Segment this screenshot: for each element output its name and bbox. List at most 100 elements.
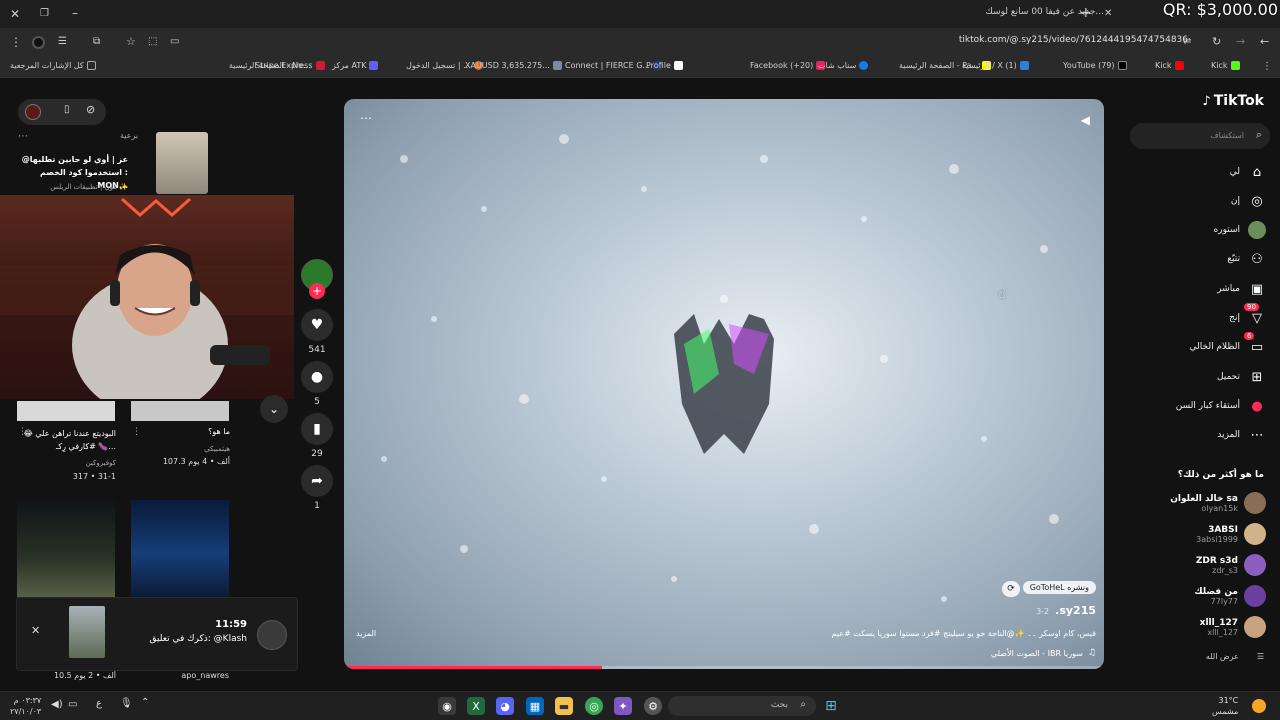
bookmark-item[interactable]: Kick	[1155, 61, 1184, 70]
bookmark-label: YouTube (79)	[1063, 61, 1115, 70]
card-more-icon[interactable]: ⋯	[18, 131, 28, 142]
scroll-down-button[interactable]: ⌄	[260, 395, 288, 423]
like-button[interactable]: ♥	[301, 309, 333, 341]
suggested-account[interactable]: خالد العلوان sa olyan15k	[1170, 492, 1266, 514]
video-author[interactable]: .sy215	[1055, 604, 1096, 617]
search-bar[interactable]: ⌕ استكشاف	[1130, 123, 1270, 149]
menu-dots-icon[interactable]: ⋮	[10, 35, 22, 49]
repost-icon[interactable]: ⟳	[1002, 581, 1020, 597]
compass-small-icon[interactable]: ⊘	[86, 103, 95, 116]
more-bookmarks-icon[interactable]: ⋮	[1262, 60, 1272, 74]
follow-plus-icon[interactable]: +	[309, 283, 325, 299]
screenshot-icon[interactable]: ⬚	[148, 35, 157, 49]
network-icon[interactable]: ▭	[68, 699, 77, 710]
nav-profile[interactable]: استوره	[1214, 221, 1266, 239]
weather-widget[interactable]: 31°C مشمس	[1212, 695, 1238, 717]
video-more-icon[interactable]: ⋯	[360, 111, 372, 125]
tray-chevron-icon[interactable]: ⌃	[141, 697, 149, 708]
save-button[interactable]: ▮	[301, 413, 333, 445]
extensions-icon[interactable]: ⧉	[93, 35, 100, 49]
app-icon-copilot[interactable]: ✦	[614, 697, 632, 715]
clock[interactable]: ٠٣:٣٧ م ٢٧/١٠/٠٣	[10, 695, 41, 717]
site-settings-icon[interactable]: ⇌	[1183, 35, 1191, 49]
profile-avatar-icon[interactable]	[32, 36, 45, 49]
suggested-account[interactable]: xlll_127 xlll_127	[1200, 616, 1266, 638]
bookmark-item[interactable]: مركز ATK	[332, 61, 379, 70]
reading-list-icon[interactable]: ☰	[58, 35, 67, 49]
share-button[interactable]: ➦	[301, 465, 333, 497]
video-card-title[interactable]: البوديتع عندنا تراهن علي 😂🍆 #كارفي رِكـ.…	[18, 427, 117, 453]
show-all-link[interactable]: عرض الله ☰	[1206, 652, 1264, 661]
all-bookmarks-button[interactable]: كل الإشارات المرجعية	[10, 61, 96, 70]
back-icon[interactable]: ←	[1260, 35, 1269, 49]
volume-icon[interactable]: ◀)	[51, 699, 63, 710]
video-card-thumbnail[interactable]	[17, 500, 115, 598]
video-card-more-icon[interactable]: ⋮	[132, 427, 141, 437]
caption-more-button[interactable]: المزيد	[356, 629, 376, 638]
phone-icon[interactable]: ▯	[64, 104, 70, 115]
app-icon-discord[interactable]: ◕	[496, 697, 514, 715]
video-progress-fill	[344, 666, 603, 669]
suggested-account[interactable]: من فضلك 77ly77	[1194, 585, 1266, 607]
tiktok-logo[interactable]: ♪ TikTok	[1202, 93, 1264, 109]
record-icon[interactable]	[25, 104, 41, 120]
nav-messages[interactable]: إنج ▽ 90	[1229, 303, 1266, 327]
comment-button[interactable]: ●	[301, 361, 333, 393]
app-icon-store[interactable]: ▦	[526, 697, 544, 715]
close-window-icon[interactable]: ✕	[10, 7, 20, 21]
video-card-thumbnail[interactable]	[17, 401, 115, 421]
close-notification-icon[interactable]: ✕	[31, 624, 40, 637]
video-card-user[interactable]: apo_nawres	[131, 671, 229, 680]
app-icon-explorer[interactable]: ▬	[555, 697, 573, 715]
video-progress-bar[interactable]	[344, 666, 1104, 669]
microphone-icon[interactable]: 🎙	[120, 698, 133, 709]
volume-icon[interactable]: ◀	[1081, 113, 1090, 127]
reload-icon[interactable]: ↻	[1212, 35, 1221, 49]
bookmark-item[interactable]: KickKick	[1211, 61, 1240, 70]
app-icon-settings[interactable]: ⚙	[644, 697, 662, 715]
video-card-more-icon[interactable]: ⋮	[18, 427, 27, 437]
taskbar-search[interactable]: ⌕ بحث	[668, 696, 816, 716]
bookmark-item[interactable]: سناب شات	[818, 61, 869, 70]
bookmark-item[interactable]: Stripe Express	[255, 61, 325, 70]
video-card-title[interactable]: ما هو؟	[132, 427, 230, 436]
video-player[interactable]: ⋯ ◀ GoToHeL ونشره ⟳ 3-2 .sy215 فيس، كام …	[344, 99, 1104, 669]
bookmark-star-icon[interactable]: ☆	[126, 35, 136, 49]
video-card-thumbnail[interactable]	[131, 500, 229, 598]
nav-upload[interactable]: تحميل ⊞	[1217, 368, 1266, 386]
nav-home[interactable]: لي ⌂	[1230, 163, 1266, 181]
nav-explore[interactable]: إن ◎	[1231, 192, 1266, 210]
windows-taskbar: ٠٣:٣٧ م ٢٧/١٠/٠٣ ◀) ▭ ع 🎙 ⌃ ◉ X ◕ ▦ ▬ ◎ …	[0, 691, 1280, 720]
bookmark-item[interactable]: XAUUSD 3,635.275...	[465, 61, 562, 70]
language-indicator[interactable]: ع	[96, 698, 102, 709]
nav-more[interactable]: المزيد ⋯	[1217, 426, 1266, 444]
nav-live[interactable]: مباشر ▣	[1217, 280, 1266, 298]
tab-title[interactable]: جديد عن فيفا 00 سانع لوسك...	[985, 7, 1104, 17]
minimize-window-icon[interactable]: –	[72, 6, 78, 20]
bookmark-item[interactable]: Profile	[646, 61, 683, 70]
suggested-account[interactable]: 3ABSI 3absi1999	[1196, 523, 1266, 545]
video-card-thumbnail[interactable]	[131, 401, 229, 421]
close-tab-icon[interactable]: ✕	[1104, 7, 1112, 21]
nav-creator[interactable]: أستقاء كبار السن ●	[1176, 397, 1266, 415]
video-card-user[interactable]: هيثمبيكي	[132, 445, 230, 453]
bookmark-item[interactable]: Facebook (+20)	[750, 61, 826, 70]
cast-icon[interactable]: ▭	[170, 35, 179, 49]
url-field[interactable]: tiktok.com/@.sy215/video/761244419547475…	[959, 35, 1188, 45]
nav-following[interactable]: تتبّع ⚇	[1227, 250, 1266, 268]
forward-icon[interactable]: →	[1236, 35, 1245, 49]
windows-start-icon[interactable]: ⊞	[822, 697, 840, 715]
app-icon-chrome[interactable]: ◎	[585, 697, 603, 715]
suggested-account[interactable]: ZDR s3d zdr_s3	[1196, 554, 1266, 576]
nav-inbox[interactable]: الظلام الخالي ▭ 6	[1190, 332, 1266, 356]
bookmark-item[interactable]: YouTube (79)	[1063, 61, 1127, 70]
restore-window-icon[interactable]: ❐	[40, 7, 49, 21]
video-card-user[interactable]: كوفيروكين	[18, 459, 116, 467]
notification-toast[interactable]: ✕ 11:59 ذكرك في تعليق: @Klash	[16, 597, 298, 671]
effect-chip[interactable]: GoToHeL ونشره	[1022, 581, 1096, 594]
sound-row[interactable]: الصوت الأصلي - IBR سوريا ♫	[991, 648, 1096, 658]
card-thumbnail[interactable]	[156, 132, 208, 194]
app-icon-excel[interactable]: X	[467, 697, 485, 715]
bookmark-item[interactable]: الرئيسية / X (1)	[962, 61, 1029, 70]
app-icon-recorder[interactable]: ◉	[438, 697, 456, 715]
